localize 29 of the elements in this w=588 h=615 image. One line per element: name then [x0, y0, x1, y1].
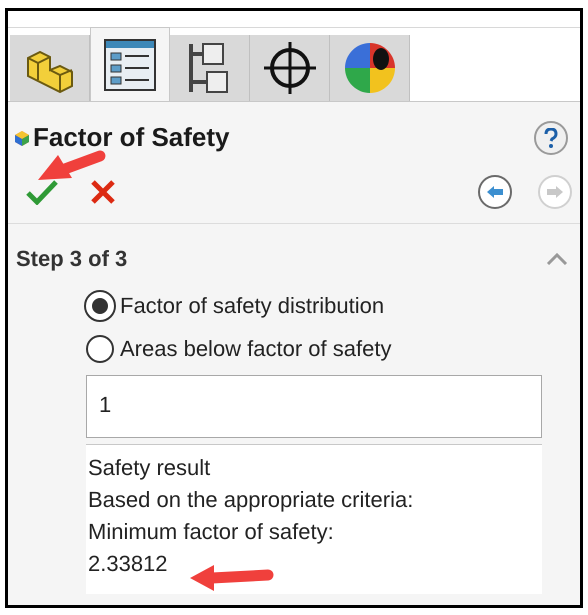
option-label: Areas below factor of safety — [120, 335, 392, 363]
panel-title: Factor of Safety — [33, 121, 230, 154]
field-value: 1 — [99, 392, 112, 417]
panel-tab[interactable] — [330, 35, 410, 101]
option-label: Factor of safety distribution — [120, 292, 384, 320]
radio-button[interactable] — [86, 334, 114, 362]
back-button[interactable] — [478, 175, 512, 209]
chevron-up-icon — [546, 252, 568, 264]
section-title: Step 3 of 3 — [16, 245, 128, 273]
help-button[interactable] — [534, 120, 568, 154]
close-icon — [90, 179, 116, 205]
result-text: Minimum factor of safety: — [88, 519, 335, 545]
value-field[interactable]: 1 — [86, 375, 542, 438]
panel-tab[interactable] — [250, 35, 330, 101]
question-icon — [544, 128, 558, 148]
sphere-icon — [342, 41, 396, 95]
panel-tab[interactable] — [170, 35, 250, 101]
mesh-icon — [13, 128, 31, 146]
annotation-arrow — [38, 150, 106, 180]
arrow-left-icon — [486, 185, 504, 199]
collapse-button[interactable] — [544, 250, 570, 266]
list-icon — [103, 38, 157, 92]
arrow-right-icon — [546, 185, 564, 199]
result-text: Safety result — [88, 455, 212, 481]
crosshair-icon — [262, 40, 318, 96]
panel-tab[interactable] — [90, 27, 170, 101]
result-text: Based on the appropriate criteria: — [88, 487, 414, 513]
result-text: 2.33812 — [88, 551, 169, 577]
checkmark-icon — [26, 179, 58, 205]
